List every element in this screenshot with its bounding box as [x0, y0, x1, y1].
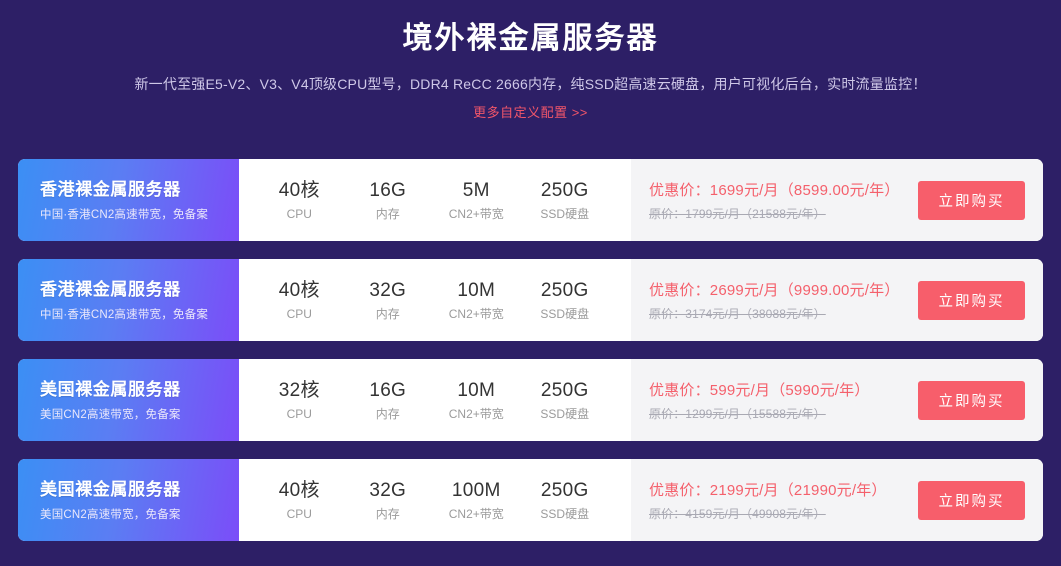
spec-cpu-value: 40核 — [278, 279, 320, 301]
plan-name: 香港裸金属服务器 — [40, 279, 181, 299]
plan-title-panel: 香港裸金属服务器 中国·香港CN2高速带宽，免备案 — [18, 259, 239, 341]
plan-description: 中国·香港CN2高速带宽，免备案 — [40, 308, 209, 321]
spec-bandwidth: 100M CN2+带宽 — [440, 478, 512, 523]
spec-bandwidth: 10M CN2+带宽 — [440, 278, 512, 323]
plan-description: 中国·香港CN2高速带宽，免备案 — [40, 208, 209, 221]
spec-cpu-value: 40核 — [278, 479, 320, 501]
original-price: 原价：1799元/月（21588元/年） — [649, 207, 826, 221]
spec-memory: 32G 内存 — [352, 478, 424, 523]
plan-specs: 32核 CPU 16G 内存 10M CN2+带宽 250G SSD硬盘 — [239, 359, 631, 441]
plan-specs: 40核 CPU 32G 内存 10M CN2+带宽 250G SSD硬盘 — [239, 259, 631, 341]
spec-bandwidth-value: 5M — [462, 179, 490, 201]
buy-now-button[interactable]: 立即购买 — [918, 380, 1025, 420]
spec-bandwidth: 10M CN2+带宽 — [440, 378, 512, 423]
original-price: 原价：4159元/月（49908元/年） — [649, 507, 826, 521]
page-title: 境外裸金属服务器 — [402, 22, 659, 55]
spec-cpu-label: CPU — [286, 406, 312, 421]
price-block: 优惠价：1699元/月（8599.00元/年） 原价：1799元/月（21588… — [649, 177, 900, 223]
server-plan-card[interactable]: 美国裸金属服务器 美国CN2高速带宽，免备案 32核 CPU 16G 内存 10… — [18, 359, 1043, 441]
spec-memory-label: 内存 — [375, 206, 400, 221]
spec-cpu-value: 32核 — [278, 379, 320, 401]
price-block: 优惠价：2199元/月（21990元/年） 原价：4159元/月（49908元/… — [649, 477, 887, 523]
page-header: 境外裸金属服务器 新一代至强E5-V2、V3、V4顶级CPU型号，DDR4 Re… — [0, 0, 1061, 122]
plan-name: 香港裸金属服务器 — [40, 179, 181, 199]
plan-specs: 40核 CPU 16G 内存 5M CN2+带宽 250G SSD硬盘 — [239, 159, 631, 241]
spec-disk-label: SSD硬盘 — [540, 406, 590, 421]
discount-price: 优惠价：599元/月（5990元/年） — [649, 382, 870, 399]
spec-disk: 250G SSD硬盘 — [529, 378, 601, 423]
spec-memory-value: 16G — [369, 379, 407, 401]
spec-bandwidth-value: 10M — [457, 379, 496, 401]
server-plan-card[interactable]: 美国裸金属服务器 美国CN2高速带宽，免备案 40核 CPU 32G 内存 10… — [18, 459, 1043, 541]
spec-bandwidth-label: CN2+带宽 — [448, 306, 504, 321]
spec-memory-label: 内存 — [375, 306, 400, 321]
spec-bandwidth-value: 10M — [457, 279, 496, 301]
spec-memory-label: 内存 — [375, 406, 400, 421]
buy-now-button[interactable]: 立即购买 — [918, 480, 1025, 520]
plan-title-panel: 美国裸金属服务器 美国CN2高速带宽，免备案 — [18, 459, 239, 541]
spec-cpu: 40核 CPU — [263, 178, 335, 223]
server-plan-card[interactable]: 香港裸金属服务器 中国·香港CN2高速带宽，免备案 40核 CPU 32G 内存… — [18, 259, 1043, 341]
spec-memory-value: 32G — [369, 279, 407, 301]
price-block: 优惠价：599元/月（5990元/年） 原价：1299元/月（15588元/年） — [649, 377, 870, 423]
spec-cpu-label: CPU — [286, 506, 312, 521]
spec-memory-value: 32G — [369, 479, 407, 501]
spec-cpu: 40核 CPU — [263, 278, 335, 323]
spec-disk: 250G SSD硬盘 — [529, 178, 601, 223]
spec-disk-value: 250G — [540, 179, 589, 201]
spec-memory: 16G 内存 — [352, 378, 424, 423]
plan-price-panel: 优惠价：599元/月（5990元/年） 原价：1299元/月（15588元/年）… — [631, 359, 1043, 441]
spec-disk-label: SSD硬盘 — [540, 306, 590, 321]
spec-cpu-label: CPU — [286, 206, 312, 221]
discount-price: 优惠价：2699元/月（9999.00元/年） — [649, 282, 900, 299]
spec-cpu: 32核 CPU — [263, 378, 335, 423]
spec-cpu-label: CPU — [286, 306, 312, 321]
spec-bandwidth: 5M CN2+带宽 — [440, 178, 512, 223]
spec-cpu-value: 40核 — [278, 179, 320, 201]
plan-description: 美国CN2高速带宽，免备案 — [40, 508, 181, 521]
original-price: 原价：1299元/月（15588元/年） — [649, 407, 826, 421]
plan-price-panel: 优惠价：2199元/月（21990元/年） 原价：4159元/月（49908元/… — [631, 459, 1043, 541]
spec-cpu: 40核 CPU — [263, 478, 335, 523]
plan-title-panel: 美国裸金属服务器 美国CN2高速带宽，免备案 — [18, 359, 239, 441]
spec-disk-value: 250G — [540, 479, 589, 501]
plan-name: 美国裸金属服务器 — [40, 379, 181, 399]
more-config-link[interactable]: 更多自定义配置 >> — [473, 104, 588, 122]
spec-disk-value: 250G — [540, 379, 589, 401]
plan-title-panel: 香港裸金属服务器 中国·香港CN2高速带宽，免备案 — [18, 159, 239, 241]
buy-now-button[interactable]: 立即购买 — [918, 280, 1025, 320]
spec-bandwidth-label: CN2+带宽 — [448, 506, 504, 521]
page-subtitle: 新一代至强E5-V2、V3、V4顶级CPU型号，DDR4 ReCC 2666内存… — [134, 76, 927, 92]
spec-disk: 250G SSD硬盘 — [529, 278, 601, 323]
spec-memory-value: 16G — [369, 179, 407, 201]
spec-bandwidth-label: CN2+带宽 — [448, 406, 504, 421]
plan-name: 美国裸金属服务器 — [40, 479, 181, 499]
discount-price: 优惠价：1699元/月（8599.00元/年） — [649, 182, 900, 199]
spec-bandwidth-label: CN2+带宽 — [448, 206, 504, 221]
buy-now-button[interactable]: 立即购买 — [918, 180, 1025, 220]
spec-disk: 250G SSD硬盘 — [529, 478, 601, 523]
promo-page: 境外裸金属服务器 新一代至强E5-V2、V3、V4顶级CPU型号，DDR4 Re… — [0, 0, 1061, 566]
discount-price: 优惠价：2199元/月（21990元/年） — [649, 482, 887, 499]
plan-specs: 40核 CPU 32G 内存 100M CN2+带宽 250G SSD硬盘 — [239, 459, 631, 541]
server-plan-card[interactable]: 香港裸金属服务器 中国·香港CN2高速带宽，免备案 40核 CPU 16G 内存… — [18, 159, 1043, 241]
spec-disk-value: 250G — [540, 279, 589, 301]
spec-memory-label: 内存 — [375, 506, 400, 521]
plan-price-panel: 优惠价：2699元/月（9999.00元/年） 原价：3174元/月（38088… — [631, 259, 1043, 341]
spec-bandwidth-value: 100M — [451, 479, 501, 501]
spec-disk-label: SSD硬盘 — [540, 506, 590, 521]
plan-description: 美国CN2高速带宽，免备案 — [40, 408, 181, 421]
spec-memory: 32G 内存 — [352, 278, 424, 323]
spec-disk-label: SSD硬盘 — [540, 206, 590, 221]
price-block: 优惠价：2699元/月（9999.00元/年） 原价：3174元/月（38088… — [649, 277, 900, 323]
spec-memory: 16G 内存 — [352, 178, 424, 223]
original-price: 原价：3174元/月（38088元/年） — [649, 307, 826, 321]
server-plan-list: 香港裸金属服务器 中国·香港CN2高速带宽，免备案 40核 CPU 16G 内存… — [18, 159, 1043, 559]
plan-price-panel: 优惠价：1699元/月（8599.00元/年） 原价：1799元/月（21588… — [631, 159, 1043, 241]
